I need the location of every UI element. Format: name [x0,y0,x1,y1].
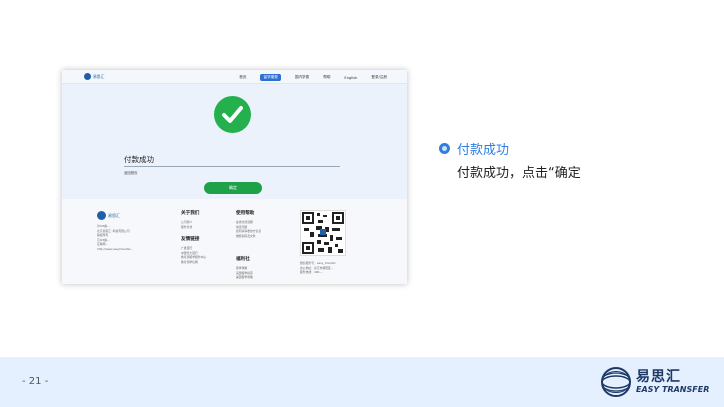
footer-company-info: 沪ICP备... 北京易思汇..科技有限公司 版权所有 京ICP备... 互联网… [97,224,155,251]
site-footer: 易思汇 沪ICP备... 北京易思汇..科技有限公司 版权所有 京ICP备...… [62,199,407,284]
footer-link[interactable]: 缴费指南及文件 [236,234,261,239]
page-number: - 21 - [22,376,49,387]
globe-icon [97,211,106,220]
payment-status-subtitle[interactable]: 返回首页 [124,170,138,175]
footer-col-title: 福利社 [236,257,250,262]
site-logo[interactable]: 易思汇 [84,73,104,80]
footer-col-title: 使用帮助 [236,211,255,216]
nav-item-payment[interactable]: 留学缴费 [260,74,281,81]
footer-col-links: 友情链接 广发银行 中国光大银行 教育部留学服务中心 教育部学信网 [181,237,206,264]
annotation-title: 付款成功 [457,143,510,158]
footer-col-title: 友情链接 [181,237,200,242]
payment-status-title: 付款成功 [124,155,154,164]
footer-col-about: 关于我们 公司简介 服务条款 [181,211,199,229]
brand-name-en: EASY TRANSFER [636,385,710,394]
footer-col-help: 使用帮助 在线付款流程 常见问题 如何获得收款方信息 缴费指南及文件 [236,211,261,238]
success-check-icon [214,96,251,133]
nav-item-home[interactable]: 首页 [239,75,246,80]
globe-icon [84,73,91,80]
site-nav: 首页 留学缴费 国内学费 帮助 English 登录/注册 [239,74,387,81]
globe-icon [601,367,631,397]
annotation-description: 付款成功，点击“确定 [457,166,581,181]
footer-link[interactable]: 美国留学攻略 [236,275,253,280]
footer-contact-line: 服务热线：400-... [300,270,323,274]
nav-item-login[interactable]: 登录/注册 [371,75,387,80]
footer-link[interactable]: 服务条款 [181,225,199,230]
divider [124,166,340,167]
footer-info-line[interactable]: http://www.easytransfer... [97,247,155,252]
bullet-icon [439,143,450,154]
payment-screenshot: 易思汇 首页 留学缴费 国内学费 帮助 English 登录/注册 付款成功 返… [62,70,407,284]
slide: 易思汇 首页 留学缴费 国内学费 帮助 English 登录/注册 付款成功 返… [0,0,724,407]
brand-logo: 易思汇 EASY TRANSFER [600,366,709,398]
nav-item-help[interactable]: 帮助 [323,75,330,80]
site-header: 易思汇 首页 留学缴费 国内学费 帮助 English 登录/注册 [62,70,407,84]
footer-contact: 微信服务号：easy_transfer 办公地址：北京市朝阳区... 服务热线：… [300,261,380,275]
nav-item-domestic[interactable]: 国内学费 [295,75,309,80]
nav-item-language[interactable]: English [344,76,357,80]
footer-logo: 易思汇 [97,211,120,220]
footer-col-title: 关于我们 [181,211,200,216]
footer-col-benefit: 福利社 留学攻略 英国留学指南 美国留学攻略 [236,257,253,280]
qr-code [300,210,346,256]
footer-logo-text: 易思汇 [108,212,120,218]
footer-link[interactable]: 教育部学信网 [181,260,206,265]
brand-name-cn: 易思汇 [636,369,681,385]
confirm-button[interactable]: 确定 [204,182,262,194]
site-logo-text: 易思汇 [93,73,105,79]
success-panel: 付款成功 返回首页 确定 [62,84,407,199]
